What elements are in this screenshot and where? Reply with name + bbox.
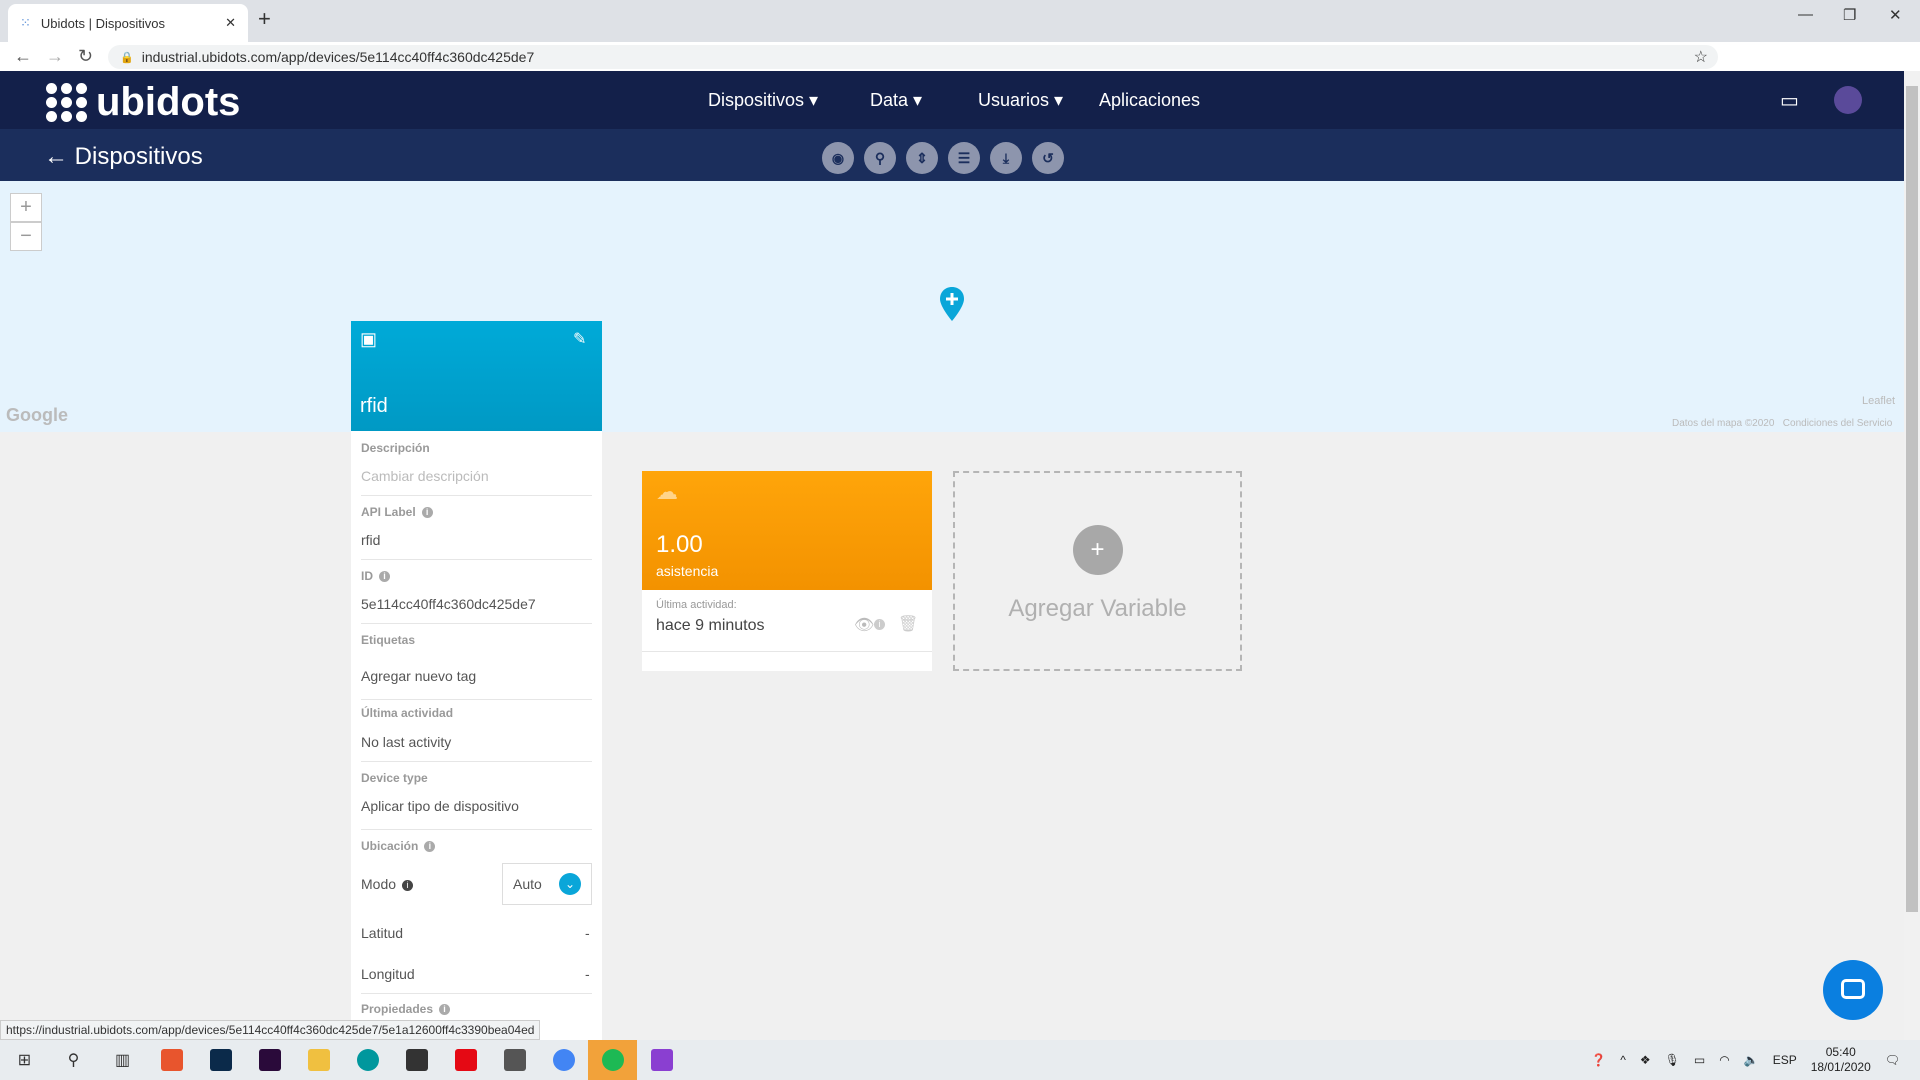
info-icon[interactable]: i	[874, 619, 885, 630]
device-icon-button[interactable]: ◉	[822, 142, 854, 174]
status-url: https://industrial.ubidots.com/app/devic…	[0, 1020, 541, 1040]
dropbox-icon[interactable]: ❖	[1640, 1053, 1651, 1067]
description-input[interactable]: Cambiar descripción	[361, 468, 489, 484]
info-icon[interactable]: i	[379, 571, 390, 583]
spotify-icon[interactable]	[588, 1040, 637, 1080]
lock-icon: 🔒	[120, 51, 134, 64]
sort-icon[interactable]: ⇕	[906, 142, 938, 174]
variable-card-header[interactable]: ☁ 1.00 asistencia	[642, 471, 932, 590]
info-icon[interactable]: i	[402, 879, 414, 891]
info-icon[interactable]: i	[424, 841, 436, 853]
edit-brush-icon[interactable]: ✎	[573, 329, 586, 349]
inbox-icon[interactable]: ▭	[1780, 88, 1799, 113]
plus-icon: +	[1072, 525, 1123, 575]
ubidots-logo[interactable]: ubidots	[46, 80, 240, 125]
undo-icon[interactable]: ↺	[1032, 142, 1064, 174]
whatsapp-icon[interactable]	[637, 1040, 686, 1080]
chevron-up-icon[interactable]: ^	[1620, 1053, 1626, 1067]
chat-icon	[1841, 979, 1865, 999]
chat-button[interactable]	[1823, 960, 1883, 1020]
map-attribution: Datos del mapa ©2020 Condiciones del Ser…	[1672, 418, 1893, 429]
top-navbar	[0, 71, 1904, 129]
variable-name: asistencia	[656, 563, 719, 579]
netflix-icon[interactable]	[441, 1040, 490, 1080]
microphone-icon[interactable]: 🎙	[1665, 1053, 1680, 1067]
location-mode-select[interactable]: Auto ⌄	[502, 863, 592, 905]
photoshop-icon[interactable]	[196, 1040, 245, 1080]
info-icon[interactable]: i	[421, 507, 433, 519]
close-tab-icon[interactable]: ✕	[225, 15, 236, 31]
nav-data[interactable]: Data ▾	[870, 90, 922, 111]
add-variable-button[interactable]: + Agregar Variable	[953, 471, 1242, 671]
system-tray: ❓ ^ ❖ 🎙 ▭ ◠ 🔈 ESP 05:40 18/01/2020 🗨	[1591, 1045, 1900, 1075]
volume-icon[interactable]: 🔈	[1744, 1053, 1759, 1067]
nav-aplicaciones[interactable]: Aplicaciones	[1099, 90, 1200, 111]
eye-icon[interactable]: 👁	[854, 615, 874, 635]
back-to-devices-link[interactable]: ← Dispositivos	[44, 143, 203, 171]
favicon-icon: ⁙	[20, 15, 31, 30]
download-icon[interactable]: ⤓	[990, 142, 1022, 174]
notifications-icon[interactable]: 🗨	[1885, 1053, 1900, 1067]
clock[interactable]: 05:40 18/01/2020	[1811, 1045, 1871, 1075]
nav-usuarios[interactable]: Usuarios ▾	[978, 90, 1063, 111]
device-type-select[interactable]: Aplicar tipo de dispositivo	[361, 798, 519, 814]
mail-icon[interactable]	[490, 1040, 539, 1080]
logo-dots-icon	[46, 83, 88, 122]
help-icon[interactable]: ❓	[1591, 1053, 1606, 1067]
device-id-value: 5e114cc40ff4c360dc425de7	[361, 596, 536, 612]
restore-button[interactable]: ❐	[1843, 6, 1856, 24]
device-name[interactable]: rfid	[360, 395, 388, 418]
close-window-button[interactable]: ✕	[1889, 6, 1902, 24]
forward-icon[interactable]: →	[46, 46, 64, 67]
task-view-icon[interactable]: ▥	[98, 1040, 147, 1080]
minimize-button[interactable]: —	[1798, 6, 1813, 23]
add-tag-input[interactable]: Agregar nuevo tag	[361, 668, 476, 684]
device-header: ▣ ✎ rfid	[351, 321, 602, 431]
app-icon[interactable]	[147, 1040, 196, 1080]
map-zoom-out-button[interactable]: −	[10, 222, 42, 251]
search-icon[interactable]: ⚲	[49, 1040, 98, 1080]
search-icon[interactable]: ⚲	[864, 142, 896, 174]
chevron-down-icon: ⌄	[559, 873, 581, 895]
premiere-icon[interactable]	[245, 1040, 294, 1080]
bookmark-star-icon[interactable]: ☆	[1694, 47, 1708, 67]
back-icon[interactable]: ←	[14, 46, 32, 67]
variable-value: 1.00	[656, 531, 703, 558]
avatar[interactable]	[1834, 86, 1862, 114]
device-panel: ▣ ✎ rfid Descripción Cambiar descripción…	[351, 321, 602, 1040]
scrollbar-thumb[interactable]	[1906, 86, 1918, 912]
nav-dispositivos[interactable]: Dispositivos ▾	[708, 90, 818, 111]
leaflet-link[interactable]: Leaflet	[1862, 395, 1895, 407]
info-icon[interactable]: i	[439, 1004, 451, 1016]
wifi-icon[interactable]: ◠	[1719, 1053, 1729, 1067]
chip-icon: ▣	[360, 329, 378, 349]
start-button[interactable]: ⊞	[0, 1040, 49, 1080]
google-logo: Google	[6, 405, 68, 425]
chrome-icon[interactable]	[539, 1040, 588, 1080]
map-pin-icon[interactable]	[939, 286, 965, 322]
arduino-icon[interactable]	[343, 1040, 392, 1080]
battery-icon[interactable]: ▭	[1694, 1053, 1705, 1067]
url-input[interactable]: 🔒 industrial.ubidots.com/app/devices/5e1…	[108, 45, 1718, 69]
variable-card[interactable]: ☁ 1.00 asistencia Última actividad: hace…	[642, 471, 932, 671]
new-tab-button[interactable]: +	[258, 6, 271, 32]
list-icon[interactable]: ☰	[948, 142, 980, 174]
file-explorer-icon[interactable]	[294, 1040, 343, 1080]
browser-tab[interactable]: ⁙ Ubidots | Dispositivos ✕	[8, 4, 248, 42]
map-zoom-in-button[interactable]: +	[10, 193, 42, 222]
trash-icon[interactable]: 🗑	[898, 614, 918, 634]
cloud-upload-icon: ☁	[656, 479, 678, 504]
reload-icon[interactable]: ↻	[78, 46, 96, 67]
store-icon[interactable]	[392, 1040, 441, 1080]
browser-tabbar	[0, 0, 1920, 42]
api-label-value[interactable]: rfid	[361, 532, 380, 548]
